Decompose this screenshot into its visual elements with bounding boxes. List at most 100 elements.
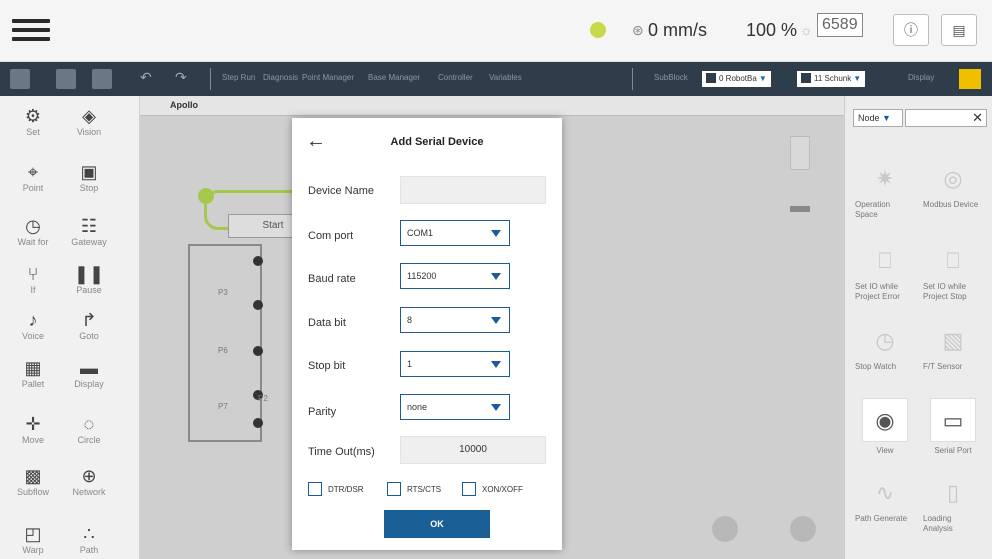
device-name-label: Device Name bbox=[308, 185, 375, 197]
stop-bit-label: Stop bit bbox=[308, 360, 346, 372]
toolbar: ↶ ↷ Step Run Diagnosis Point Manager Bas… bbox=[0, 62, 992, 96]
zoom-in-icon[interactable] bbox=[712, 516, 738, 542]
timeout-field[interactable]: 10000 bbox=[400, 436, 546, 464]
device-name-field[interactable] bbox=[400, 176, 546, 204]
flow-node-label: P2 bbox=[258, 394, 268, 403]
ok-button[interactable]: OK bbox=[384, 510, 490, 538]
robot-select[interactable]: 0 RobotBa ▼ bbox=[702, 71, 771, 87]
speed-icon: ⊛ bbox=[632, 22, 644, 38]
sidebar-item-path[interactable]: ∴ Path bbox=[60, 524, 118, 555]
save-icon[interactable] bbox=[10, 69, 30, 89]
flow-node-label: P7 bbox=[218, 402, 228, 411]
pallet-icon: ▦ bbox=[24, 358, 42, 378]
edit-node-icon[interactable] bbox=[198, 188, 214, 204]
panel-item-serial-port[interactable]: ▭ Serial Port bbox=[923, 398, 983, 456]
subblock-link[interactable]: SubBlock bbox=[654, 73, 688, 82]
sidebar-item-if[interactable]: ⑂ If bbox=[4, 264, 62, 295]
stop-bit-select[interactable]: 1 bbox=[400, 351, 510, 377]
subflow-icon: ▩ bbox=[24, 466, 42, 486]
redo-icon[interactable]: ↷ bbox=[175, 69, 187, 86]
sidebar-item-vision[interactable]: ◈ Vision bbox=[60, 106, 118, 137]
data-bit-select[interactable]: 8 bbox=[400, 307, 510, 333]
display-icon: ▬ bbox=[80, 358, 98, 378]
panel-item-modbus-device[interactable]: ◎ Modbus Device bbox=[923, 162, 983, 210]
flow-node-label: P3 bbox=[218, 288, 228, 297]
top-bar: ⊛ 0 mm/s 100 % ☼ 6589 ⓘ ▤ bbox=[0, 0, 992, 62]
base-manager-link[interactable]: Base Manager bbox=[368, 73, 420, 82]
com-port-select[interactable]: COM1 bbox=[400, 220, 510, 246]
sidebar-item-move[interactable]: ✛ Move bbox=[4, 414, 62, 445]
warp-icon: ◰ bbox=[24, 524, 42, 544]
sidebar-item-circle[interactable]: ◌ Circle bbox=[60, 414, 118, 445]
sidebar-item-subflow[interactable]: ▩ Subflow bbox=[4, 466, 62, 497]
gateway-icon: ☷ bbox=[80, 216, 98, 236]
sidebar-item-warp[interactable]: ◰ Warp bbox=[4, 524, 62, 555]
move-icon: ✛ bbox=[25, 414, 41, 434]
sidebar-item-set[interactable]: ⚙ Set bbox=[4, 106, 62, 137]
sidebar-item-point[interactable]: ⌖ Point bbox=[4, 162, 62, 193]
point-icon: ⌖ bbox=[27, 162, 39, 182]
checkbox-box bbox=[387, 482, 401, 496]
panel-item-operation-space[interactable]: ✷ Operation Space bbox=[855, 162, 915, 220]
parity-select[interactable]: none bbox=[400, 394, 510, 420]
hamburger-menu-icon[interactable] bbox=[12, 14, 50, 48]
variables-link[interactable]: Variables bbox=[489, 73, 522, 82]
undo-icon[interactable]: ↶ bbox=[140, 69, 152, 86]
sidebar-item-wait-for[interactable]: ◷ Wait for bbox=[4, 216, 62, 247]
sidebar-item-pause[interactable]: ❚❚ Pause bbox=[60, 264, 118, 295]
panel-item-stop-watch[interactable]: ◷ Stop Watch bbox=[855, 324, 915, 372]
tool-select[interactable]: 11 Schunk ▼ bbox=[797, 71, 866, 87]
timeout-label: Time Out(ms) bbox=[308, 446, 375, 458]
sidebar-item-stop[interactable]: ▣ Stop bbox=[60, 162, 118, 193]
panel-item-io-error[interactable]: ⎕ Set IO while Project Error bbox=[855, 244, 915, 302]
sidebar-item-goto[interactable]: ↱ Goto bbox=[60, 310, 118, 341]
voice-icon: ♪ bbox=[28, 310, 38, 330]
log-icon[interactable]: ▤ bbox=[941, 14, 977, 46]
ft-sensor-icon: ▧ bbox=[942, 328, 964, 353]
sidebar-item-pallet[interactable]: ▦ Pallet bbox=[4, 358, 62, 389]
step-run-link[interactable]: Step Run bbox=[222, 73, 255, 82]
split-view-icon[interactable] bbox=[959, 69, 981, 89]
point-manager-link[interactable]: Point Manager bbox=[302, 73, 354, 82]
serial-port-icon: ▭ bbox=[930, 398, 976, 442]
panel-item-loading-analysis[interactable]: ▯ Loading Analysis bbox=[923, 476, 983, 534]
baud-rate-select[interactable]: 115200 bbox=[400, 263, 510, 289]
diagnosis-link[interactable]: Diagnosis bbox=[263, 73, 298, 82]
chevron-down-icon bbox=[491, 273, 501, 280]
sidebar-item-gateway[interactable]: ☷ Gateway bbox=[60, 216, 118, 247]
project-tab[interactable]: Apollo bbox=[170, 100, 198, 110]
zoom-out-icon[interactable] bbox=[790, 516, 816, 542]
com-port-label: Com port bbox=[308, 230, 354, 242]
minimap-scroll[interactable] bbox=[790, 136, 810, 170]
display-link[interactable]: Display bbox=[908, 73, 934, 82]
panel-item-ft-sensor[interactable]: ▧ F/T Sensor bbox=[923, 324, 983, 372]
xon-xoff-checkbox[interactable]: XON/XOFF bbox=[462, 482, 523, 498]
rts-cts-checkbox[interactable]: RTS/CTS bbox=[387, 482, 441, 498]
toolbar-divider bbox=[632, 68, 633, 90]
speed-percent: 100 % bbox=[746, 20, 798, 40]
panel-item-path-generate[interactable]: ∿ Path Generate bbox=[855, 476, 915, 524]
sidebar-item-display[interactable]: ▬ Display bbox=[60, 358, 118, 389]
canvas-tab-bar: Apollo bbox=[140, 96, 844, 116]
controller-link[interactable]: Controller bbox=[438, 73, 473, 82]
sidebar-item-voice[interactable]: ♪ Voice bbox=[4, 310, 62, 341]
stopwatch-icon: ◷ bbox=[875, 328, 895, 353]
save-as-icon[interactable] bbox=[56, 69, 76, 89]
info-icon[interactable]: ⓘ bbox=[893, 14, 929, 46]
flow-node[interactable] bbox=[253, 256, 263, 266]
panel-item-io-stop[interactable]: ⎕ Set IO while Project Stop bbox=[923, 244, 983, 302]
close-icon[interactable]: ✕ bbox=[972, 111, 983, 125]
flow-node[interactable] bbox=[253, 300, 263, 310]
panel-item-view[interactable]: ◉ View bbox=[855, 398, 915, 456]
robot-arm-status-icon bbox=[590, 22, 606, 38]
set-icon: ⚙ bbox=[24, 106, 42, 126]
sidebar-item-network[interactable]: ⊕ Network bbox=[60, 466, 118, 497]
flow-connector bbox=[188, 244, 262, 442]
flow-node[interactable] bbox=[253, 418, 263, 428]
flow-node[interactable] bbox=[253, 346, 263, 356]
minimap-handle[interactable] bbox=[790, 206, 810, 212]
panel-search-input[interactable]: ✕ bbox=[905, 109, 987, 127]
open-icon[interactable] bbox=[92, 69, 112, 89]
dtr-dsr-checkbox[interactable]: DTR/DSR bbox=[308, 482, 364, 498]
node-select[interactable]: Node ▼ bbox=[853, 109, 903, 127]
